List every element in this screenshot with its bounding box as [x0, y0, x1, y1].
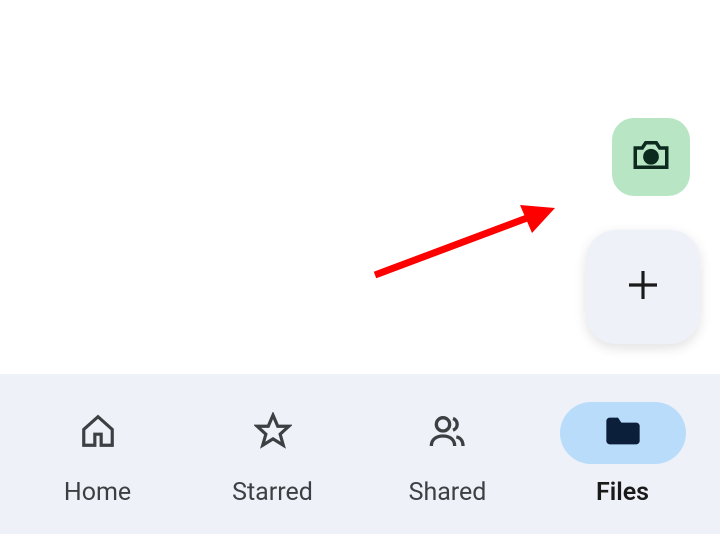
main-content-area — [0, 0, 720, 374]
nav-shared[interactable]: Shared — [369, 394, 527, 515]
nav-starred-label: Starred — [232, 478, 313, 507]
plus-icon — [622, 264, 664, 310]
home-icon — [79, 412, 117, 454]
nav-shared-label: Shared — [409, 478, 487, 507]
camera-scan-button[interactable] — [612, 118, 690, 196]
nav-files[interactable]: Files — [544, 394, 702, 515]
folder-icon — [603, 411, 643, 455]
bottom-navigation: Home Starred Shared — [0, 374, 720, 534]
camera-icon — [630, 134, 672, 180]
nav-home[interactable]: Home — [19, 394, 177, 515]
star-icon — [254, 412, 292, 454]
nav-home-label: Home — [64, 478, 131, 507]
add-new-button[interactable] — [586, 230, 700, 344]
nav-starred[interactable]: Starred — [194, 394, 352, 515]
annotation-arrow — [370, 195, 570, 299]
people-icon — [428, 411, 468, 455]
nav-files-label: Files — [596, 478, 649, 507]
